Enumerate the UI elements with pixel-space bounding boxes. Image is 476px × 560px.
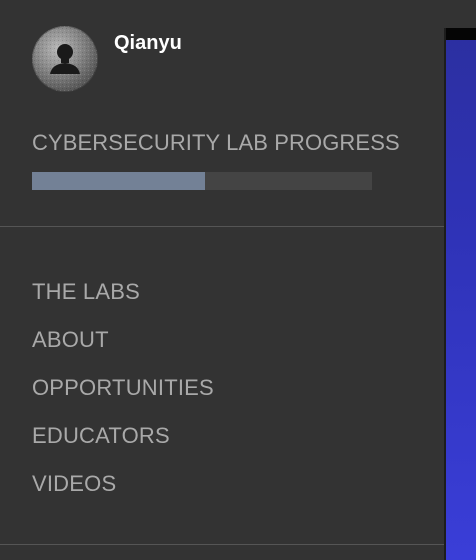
progress-bar (32, 172, 372, 190)
page: Qianyu CYBERSECURITY LAB PROGRESS THE LA… (0, 0, 476, 560)
nav-item-about[interactable]: ABOUT (32, 324, 214, 372)
nav-item-videos[interactable]: VIDEOS (32, 468, 214, 516)
nav-item-the-labs[interactable]: THE LABS (32, 276, 214, 324)
progress-title: CYBERSECURITY LAB PROGRESS (32, 130, 400, 155)
user-silhouette-icon (32, 26, 98, 92)
username[interactable]: Qianyu (114, 32, 182, 55)
nav-item-opportunities[interactable]: OPPORTUNITIES (32, 372, 214, 420)
content-topbar (446, 28, 476, 40)
divider (0, 226, 444, 227)
avatar[interactable] (32, 26, 98, 92)
progress-bar-fill (32, 172, 206, 190)
main-content-edge (444, 28, 476, 560)
divider (0, 544, 444, 545)
sidebar-menu: Qianyu CYBERSECURITY LAB PROGRESS THE LA… (0, 0, 444, 560)
nav-item-educators[interactable]: EDUCATORS (32, 420, 214, 468)
nav-menu: THE LABS ABOUT OPPORTUNITIES EDUCATORS V… (32, 276, 214, 516)
